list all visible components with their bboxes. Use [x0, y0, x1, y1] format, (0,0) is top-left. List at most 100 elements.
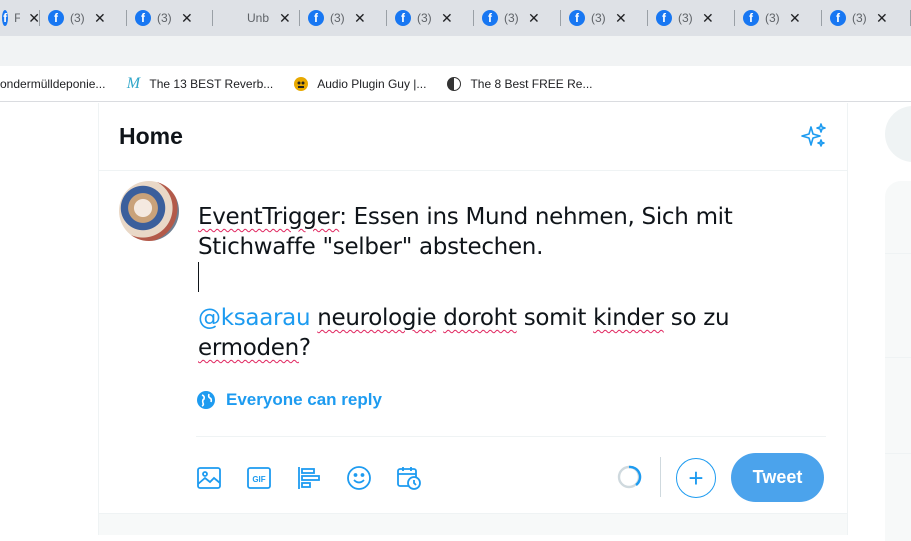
facebook-icon: f [308, 10, 324, 26]
bookmark-item[interactable]: M The 13 BEST Reverb... [125, 74, 274, 92]
close-tab-icon[interactable]: ✕ [354, 10, 366, 27]
close-tab-icon[interactable]: ✕ [876, 10, 888, 27]
sparkle-icon[interactable] [799, 121, 829, 151]
poll-icon[interactable] [296, 465, 322, 491]
browser-tab-strip: fF✕f(3) F✕f(3) F✕Unb✕f(3) F✕f(3) n✕f(3) … [0, 0, 911, 36]
close-tab-icon[interactable]: ✕ [702, 10, 714, 27]
facebook-icon: f [656, 10, 672, 26]
compose-text: ? [298, 335, 311, 361]
page-title: Home [119, 123, 183, 149]
timeline-header: Home [99, 103, 847, 171]
bookmark-item[interactable]: ondermülldeponie... [0, 77, 105, 91]
browser-tab[interactable]: f (3) S ✕ [822, 0, 911, 36]
compose-line [198, 262, 818, 292]
half-moon-icon [446, 76, 462, 92]
close-tab-icon[interactable]: ✕ [279, 10, 291, 27]
tab-title: (3) K [591, 11, 607, 25]
close-tab-icon[interactable]: ✕ [789, 10, 801, 27]
bookmark-label: ondermülldeponie... [0, 76, 106, 91]
tab-title: (3) F [330, 11, 346, 25]
add-tweet-button[interactable]: + [676, 458, 716, 498]
bookmark-label: Audio Plugin Guy |... [317, 76, 427, 91]
misspelled-word: neurologie [317, 305, 437, 331]
compose-line: @ksaarau neurologie doroht somit kinder … [198, 303, 818, 333]
close-tab-icon[interactable]: ✕ [528, 10, 540, 27]
mention-link[interactable]: @ksaarau [198, 305, 311, 331]
tab-title: (3) S [852, 11, 868, 25]
close-tab-icon[interactable]: ✕ [181, 10, 193, 27]
close-tab-icon[interactable]: ✕ [441, 10, 453, 27]
divider [885, 253, 911, 254]
bookmark-label: The 13 BEST Reverb... [149, 76, 274, 91]
image-icon[interactable] [196, 465, 222, 491]
avatar[interactable] [119, 181, 179, 241]
timeline-separator-band [99, 513, 847, 535]
close-tab-icon[interactable]: ✕ [615, 10, 627, 27]
emoji-icon[interactable] [346, 465, 372, 491]
bookmark-item[interactable]: The 8 Best FREE Re... [446, 76, 592, 92]
facebook-icon: f [569, 10, 585, 26]
bookmarks-bar: ondermülldeponie... M The 13 BEST Reverb… [0, 66, 911, 102]
reply-setting-label: Everyone can reply [226, 390, 382, 409]
facebook-icon: f [830, 10, 846, 26]
compose-line: EventTrigger: Essen ins Mund nehmen, Sic… [198, 202, 818, 232]
browser-tab[interactable]: f (3) n ✕ [387, 0, 474, 36]
browser-tab[interactable]: f (3) K ✕ [561, 0, 648, 36]
bookmark-item[interactable]: Audio Plugin Guy |... [293, 76, 426, 92]
facebook-icon: f [482, 10, 498, 26]
bookmark-label: The 8 Best FREE Re... [470, 76, 593, 91]
home-timeline: Home EventTrigger: Essen ins Mund nehmen… [98, 103, 848, 535]
misspelled-word: EventTrigger [198, 204, 340, 230]
browser-tab[interactable]: f (3) F ✕ [735, 0, 822, 36]
tweet-compose-textarea[interactable]: EventTrigger: Essen ins Mund nehmen, Sic… [198, 202, 818, 363]
misspelled-word: ermoden [198, 335, 299, 361]
facebook-icon: f [395, 10, 411, 26]
reply-setting-button[interactable]: Everyone can reply [196, 390, 382, 410]
gif-icon[interactable]: GIF [246, 465, 272, 491]
browser-tab[interactable]: f (3) F ✕ [40, 0, 127, 36]
divider [885, 453, 911, 454]
trends-panel [885, 181, 911, 541]
compose-line: Stichwaffe "selber" abstechen. [198, 234, 544, 260]
tab-title: (3) n [417, 11, 433, 25]
m-logo-icon: M [126, 74, 141, 92]
tweet-button[interactable]: Tweet [731, 453, 824, 502]
facebook-icon: f [743, 10, 759, 26]
browser-tab[interactable]: f (3) C ✕ [474, 0, 561, 36]
compose-toolbar: GIF [196, 461, 446, 495]
tab-title: Unb [247, 11, 270, 25]
schedule-icon[interactable] [396, 465, 422, 491]
tab-title: (3) C [504, 11, 520, 25]
compose-text: : Essen ins Mund nehmen, Sich mit [339, 204, 733, 230]
browser-tab[interactable]: f (3) a ✕ [648, 0, 735, 36]
tab-title: (3) F [70, 11, 86, 25]
tab-title: (3) F [157, 11, 173, 25]
svg-text:GIF: GIF [252, 475, 265, 484]
tab-title: (3) a [678, 11, 694, 25]
tab-title: F [14, 11, 21, 25]
facebook-icon: f [2, 10, 9, 26]
browser-tab[interactable]: f (3) F ✕ [300, 0, 387, 36]
divider [885, 357, 911, 358]
divider [196, 436, 826, 437]
globe-icon [197, 391, 215, 409]
character-counter [617, 465, 642, 489]
text-caret [198, 262, 199, 292]
close-tab-icon[interactable]: ✕ [94, 10, 106, 27]
facebook-icon: f [48, 10, 64, 26]
compose-text: so zu [663, 305, 730, 331]
browser-tab[interactable]: Unb ✕ [213, 0, 300, 36]
browser-tab[interactable]: f F ✕ [0, 0, 40, 36]
facebook-icon: f [135, 10, 151, 26]
audio-plugin-guy-icon [293, 76, 309, 92]
misspelled-word: kinder [593, 305, 664, 331]
browser-toolbar [0, 36, 911, 66]
toolbar-separator [660, 457, 661, 497]
search-box[interactable] [885, 106, 911, 162]
misspelled-word: doroht [443, 305, 517, 331]
twitter-page: Home EventTrigger: Essen ins Mund nehmen… [0, 103, 911, 541]
compose-line: ermoden? [198, 333, 818, 363]
tab-title: (3) F [765, 11, 781, 25]
compose-text: somit [516, 305, 594, 331]
browser-tab[interactable]: f (3) F ✕ [127, 0, 213, 36]
